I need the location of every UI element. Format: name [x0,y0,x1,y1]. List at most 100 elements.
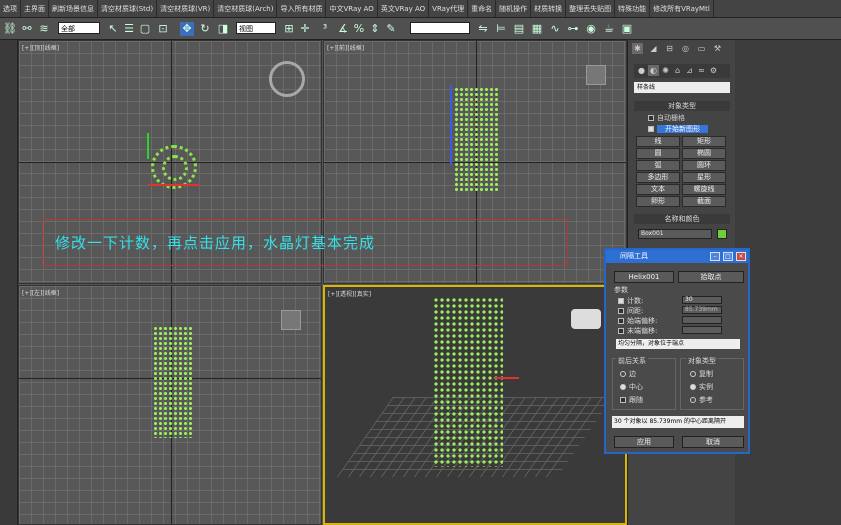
end-offset-input[interactable] [682,326,722,334]
shape-button[interactable]: 线 [636,136,680,147]
count-input[interactable]: 30 [682,296,722,304]
start-offset-input[interactable] [682,316,722,324]
crystal-lamp-object[interactable] [454,87,500,191]
select-manipulate-icon[interactable]: ✛ [298,22,312,36]
radio-edge[interactable]: 边 [620,369,636,379]
display-tab-icon[interactable]: ▭ [696,43,707,54]
radio-instance[interactable]: 实例 [690,382,713,392]
pick-path-button[interactable]: Helix001 [614,271,674,283]
menu-item[interactable]: 主界面 [21,0,49,17]
render-frame-icon[interactable]: ▣ [620,22,634,36]
cameras-icon[interactable]: ⌂ [672,65,683,76]
end-offset-checkbox[interactable]: 末端偏移: [618,326,657,336]
shape-button[interactable]: 螺旋线 [682,184,726,195]
menu-item[interactable]: 英文VRay AO [378,0,430,17]
menu-item[interactable]: 中文VRay AO [326,0,378,17]
material-editor-icon[interactable]: ◉ [584,22,598,36]
menu-item[interactable]: 材质转换 [531,0,567,17]
reference-coord-dropdown[interactable]: 视图 [236,22,276,34]
bind-warp-icon[interactable]: ≋ [37,22,51,36]
geometry-icon[interactable]: ● [636,65,647,76]
create-tab-icon[interactable]: ✱ [632,43,643,54]
snap-icon[interactable]: ³ [318,22,332,36]
category-dropdown[interactable]: 样条线 [634,82,730,93]
shape-button[interactable]: 星形 [682,172,726,183]
menu-item[interactable]: 清空材质球(Std) [98,0,158,17]
viewcube-icon[interactable] [269,61,305,97]
shape-button[interactable]: 矩形 [682,136,726,147]
menu-item[interactable]: 整理丢失贴图 [566,0,616,17]
shape-button[interactable]: 卵形 [636,196,680,207]
schematic-view-icon[interactable]: ⊶ [566,22,580,36]
start-new-shape-button[interactable]: 开始新图形 [657,125,708,133]
systems-icon[interactable]: ⚙ [708,65,719,76]
crystal-lamp-object[interactable] [153,326,193,438]
hierarchy-tab-icon[interactable]: ⊟ [664,43,675,54]
spacing-checkbox[interactable]: 间距: [618,306,643,316]
shape-button[interactable]: 截面 [682,196,726,207]
name-color-header[interactable]: 名称和颜色 [634,214,730,224]
object-color-swatch[interactable] [717,229,727,239]
distribution-dropdown[interactable]: 均匀分隔，对象位于端点 [616,339,740,349]
shape-button[interactable]: 文本 [636,184,680,195]
menu-item[interactable]: 重命名 [468,0,497,17]
menu-item[interactable]: 刷新场景信息 [49,0,98,17]
pick-points-button[interactable]: 拾取点 [678,271,744,283]
render-setup-icon[interactable]: ☕ [602,22,616,36]
menu-item[interactable]: 随机操作 [496,0,532,17]
link-icon[interactable]: ⛓ [3,22,17,36]
viewport-perspective[interactable]: [+][透视][真实] [323,285,627,525]
spinner-snap-icon[interactable]: ⇕ [368,22,382,36]
edit-named-sets-icon[interactable]: ✎ [384,22,398,36]
shape-button[interactable]: 多边形 [636,172,680,183]
object-name-field[interactable]: Box001 [638,229,712,239]
shape-button[interactable]: 椭圆 [682,148,726,159]
menu-item[interactable]: 修改所有VRayMtl [650,0,714,17]
spacewarps-icon[interactable]: ≈ [696,65,707,76]
shape-button[interactable]: 圆环 [682,160,726,171]
viewport-label[interactable]: [+][左][线框] [22,288,59,297]
unlink-icon[interactable]: ⚯ [20,22,34,36]
radio-reference[interactable]: 参考 [690,395,713,405]
menu-item[interactable]: 清空材质球(VR) [157,0,215,17]
radio-center[interactable]: 中心 [620,382,643,392]
maximize-icon[interactable]: □ [723,252,733,261]
selection-filter-dropdown[interactable]: 全部 [58,22,100,34]
align-icon[interactable]: ⊨ [494,22,508,36]
shapes-icon[interactable]: ◐ [648,65,659,76]
curve-editor-icon[interactable]: ∿ [548,22,562,36]
lights-icon[interactable]: ✺ [660,65,671,76]
modify-tab-icon[interactable]: ◢ [648,43,659,54]
motion-tab-icon[interactable]: ◎ [680,43,691,54]
spacing-input[interactable]: 85.739mm [682,306,722,314]
menu-item[interactable]: VRay代理 [429,0,469,17]
menu-item[interactable]: 清空材质球(Arch) [214,0,278,17]
menu-item[interactable]: 特殊功能 [615,0,651,17]
shape-button[interactable]: 弧 [636,160,680,171]
viewcube-icon[interactable] [571,309,601,329]
mirror-icon[interactable]: ⇋ [476,22,490,36]
rect-select-icon[interactable]: ▢ [138,22,152,36]
crystal-lamp-object[interactable] [433,297,503,467]
viewport-label[interactable]: [+][透视][真实] [328,289,371,298]
radio-copy[interactable]: 复制 [690,369,713,379]
shape-button[interactable]: 圆 [636,148,680,159]
count-checkbox[interactable]: 计数: [618,296,643,306]
minimize-icon[interactable]: – [710,252,720,261]
select-icon[interactable]: ↖ [106,22,120,36]
auto-grid-checkbox[interactable]: 自动栅格 [648,113,685,123]
viewport-left[interactable]: [+][左][线框] [18,285,322,525]
viewcube-icon[interactable] [281,310,301,330]
layer-manager-icon[interactable]: ▤ [512,22,526,36]
scale-icon[interactable]: ◨ [216,22,230,36]
named-selection-sets-dropdown[interactable] [410,22,470,34]
follow-checkbox[interactable]: 跟随 [620,395,643,405]
graphite-icon[interactable]: ▦ [530,22,544,36]
percent-snap-icon[interactable]: % [352,22,366,36]
viewport-label[interactable]: [+][前][线框] [327,43,364,52]
apply-button[interactable]: 应用 [614,436,674,448]
object-type-header[interactable]: 对象类型 [634,101,730,111]
start-offset-checkbox[interactable]: 始端偏移: [618,316,657,326]
cancel-button[interactable]: 取消 [682,436,744,448]
select-by-name-icon[interactable]: ☰ [122,22,136,36]
